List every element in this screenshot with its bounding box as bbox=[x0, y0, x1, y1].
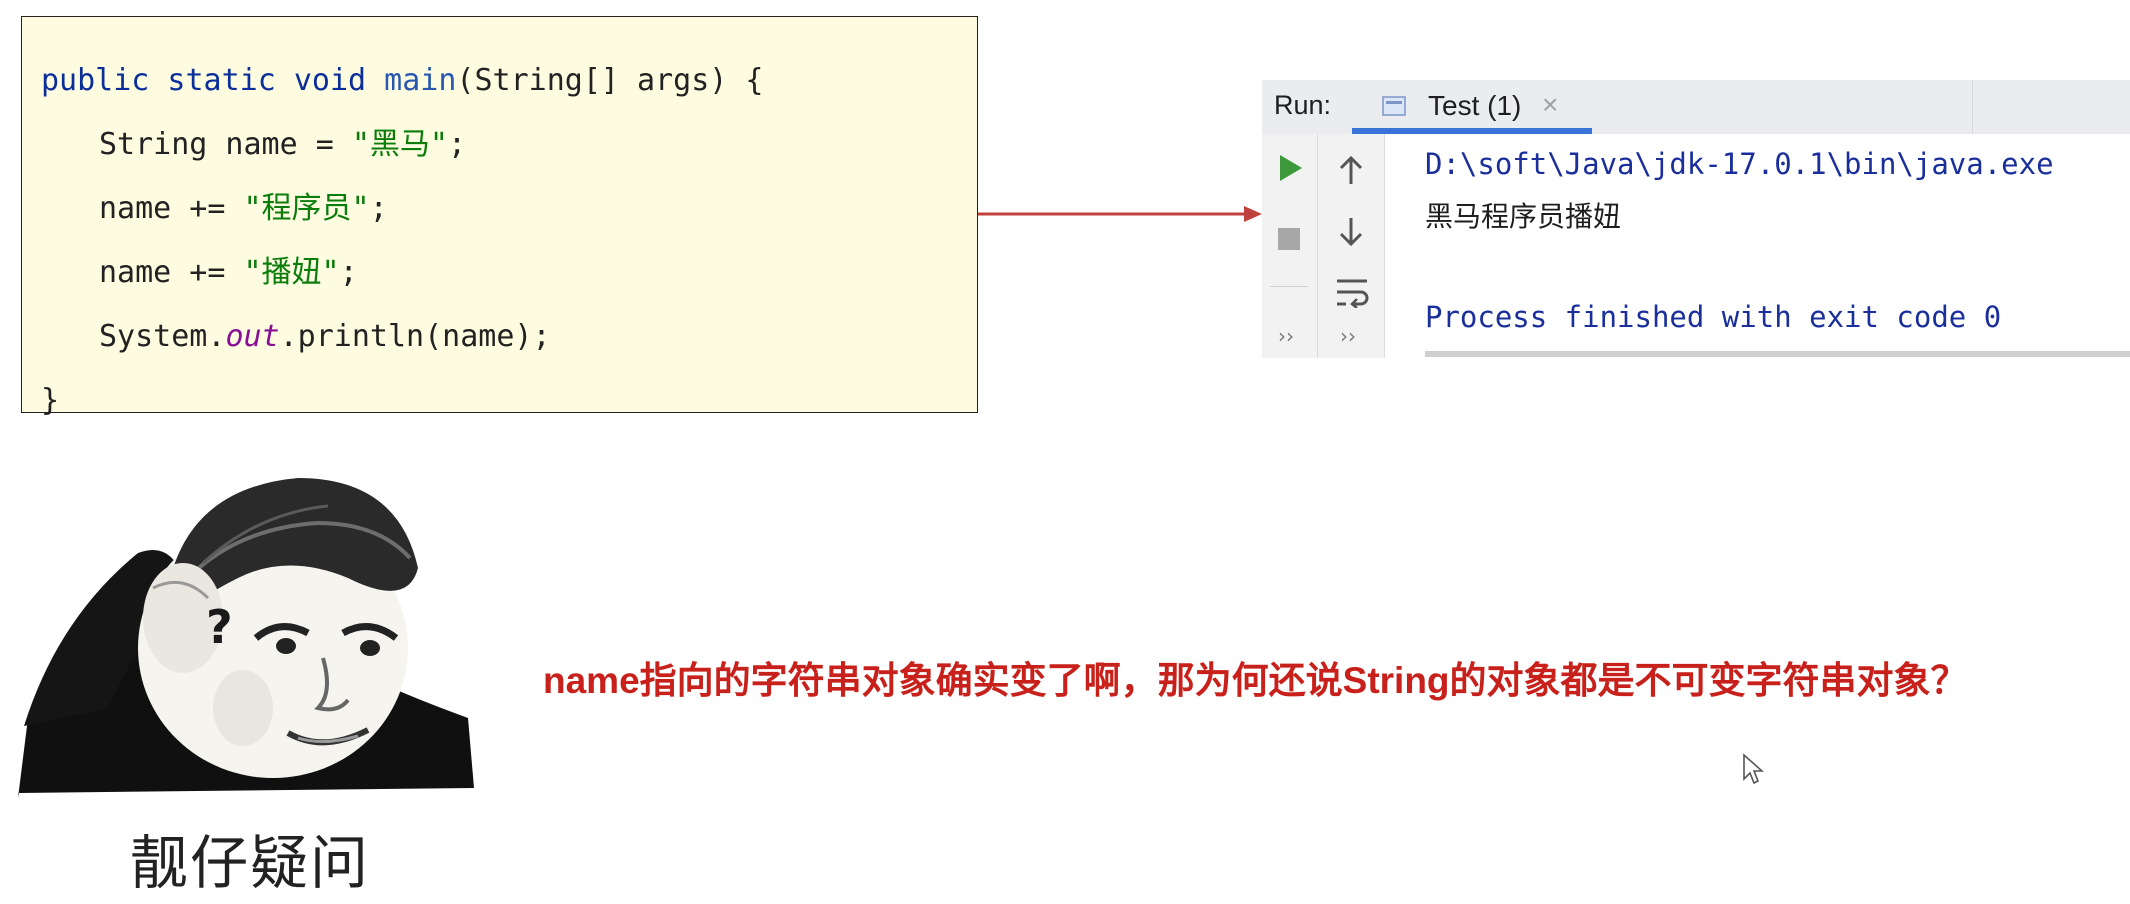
thinking-face-illustration bbox=[18, 478, 474, 798]
console-program-output: 黑马程序员播妞 bbox=[1425, 200, 1622, 233]
up-arrow-icon[interactable] bbox=[1337, 154, 1365, 186]
code-line-declare: String name = "黑马"; bbox=[99, 125, 466, 165]
tab-title: Test (1) bbox=[1428, 90, 1522, 121]
code-string-literal: "程序员" bbox=[243, 191, 370, 226]
code-text: String name = bbox=[99, 127, 352, 162]
result-arrow-icon bbox=[978, 206, 1262, 222]
more-actions-icon[interactable]: ›› bbox=[1340, 324, 1356, 348]
code-text: .println(name); bbox=[279, 319, 551, 354]
code-string-literal: "播妞" bbox=[243, 255, 340, 290]
code-line-println: System.out.println(name); bbox=[99, 317, 551, 357]
run-tool-window: Run: Test (1) × ›› ›› D:\soft\Java\jdk-1… bbox=[1262, 80, 2130, 358]
run-toolbar-secondary: ›› bbox=[1318, 134, 1385, 358]
stop-icon[interactable] bbox=[1276, 226, 1302, 252]
console-exit-message: Process finished with exit code 0 bbox=[1425, 300, 2002, 334]
console-java-path: D:\soft\Java\jdk-17.0.1\bin\java.exe bbox=[1425, 147, 2054, 181]
code-params: (String[] args) { bbox=[456, 63, 764, 98]
code-text: System. bbox=[99, 319, 226, 354]
toolbar-divider bbox=[1270, 286, 1308, 287]
meme-caption: 靓仔疑问 bbox=[130, 829, 371, 897]
code-keywords: public static void bbox=[41, 63, 385, 98]
run-toolbar-primary: ›› bbox=[1262, 134, 1318, 358]
console-horizontal-scrollbar[interactable] bbox=[1425, 351, 2130, 357]
code-text: ; bbox=[448, 127, 467, 162]
code-snippet-box: public static void main(String[] args) {… bbox=[21, 16, 978, 418]
tab-active-indicator bbox=[1352, 128, 1592, 134]
code-line-close-brace: } bbox=[41, 383, 60, 418]
run-icon[interactable] bbox=[1276, 152, 1304, 184]
code-text: ; bbox=[369, 191, 388, 226]
code-text: name += bbox=[99, 255, 244, 290]
code-line-append-2: name += "播妞"; bbox=[99, 253, 358, 293]
soft-wrap-icon[interactable] bbox=[1335, 276, 1369, 308]
code-text: ; bbox=[339, 255, 358, 290]
code-string-literal: "黑马" bbox=[351, 127, 448, 162]
code-static-field: out bbox=[225, 319, 280, 354]
question-text: name指向的字符串对象确实变了啊，那为何还说String的对象都是不可变字符串… bbox=[543, 660, 1968, 701]
code-text: name += bbox=[99, 191, 244, 226]
close-icon[interactable]: × bbox=[1542, 89, 1558, 121]
code-line-main-signature: public static void main(String[] args) { bbox=[41, 61, 763, 101]
run-header: Run: Test (1) × bbox=[1262, 80, 2130, 134]
meme-question-mark: ? bbox=[206, 600, 233, 654]
run-label: Run: bbox=[1274, 90, 1332, 120]
header-divider bbox=[1972, 80, 1973, 134]
console-tab-icon bbox=[1382, 96, 1406, 116]
mouse-cursor-icon bbox=[1743, 753, 1764, 785]
down-arrow-icon[interactable] bbox=[1337, 216, 1365, 248]
code-line-append-1: name += "程序员"; bbox=[99, 189, 388, 229]
more-actions-icon[interactable]: ›› bbox=[1278, 324, 1294, 348]
code-method-name: main bbox=[384, 63, 457, 98]
meme-image: ? 靓仔疑问 bbox=[18, 468, 480, 904]
tab-test-1[interactable]: Test (1) × bbox=[1352, 80, 1590, 134]
